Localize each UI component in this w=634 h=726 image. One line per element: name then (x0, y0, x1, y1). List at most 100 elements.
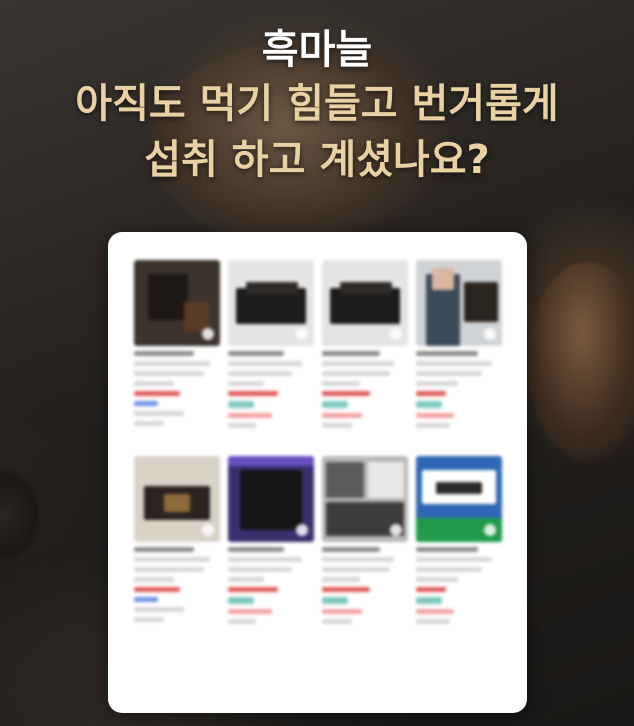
product-photo-shape (164, 494, 190, 512)
blurred-text-line (322, 547, 380, 552)
blurred-text-line (134, 371, 204, 376)
blurred-text-line (228, 557, 302, 562)
compare-icon[interactable] (296, 328, 308, 340)
blurred-text-line (134, 557, 210, 562)
black-garlic-image (528, 262, 634, 462)
brand-title: 흑마늘 (261, 27, 373, 73)
black-garlic-image (0, 470, 40, 560)
product-photo-shape (464, 282, 498, 322)
blurred-text-line (416, 609, 454, 614)
blurred-text-line (322, 567, 390, 572)
blurred-text-line (228, 619, 256, 624)
blurred-text-line (228, 413, 272, 418)
product-thumbnail[interactable] (322, 260, 408, 346)
blurred-text-line (322, 557, 394, 562)
product-thumbnail[interactable] (134, 456, 220, 542)
compare-icon[interactable] (484, 328, 496, 340)
blurred-text-line (134, 617, 164, 622)
blurred-text-line (134, 391, 180, 396)
blurred-text-line (322, 597, 348, 604)
blurred-text-line (228, 371, 292, 376)
blurred-text-line (416, 351, 478, 356)
compare-icon[interactable] (202, 524, 214, 536)
product-listing-item[interactable] (228, 260, 314, 428)
compare-icon[interactable] (296, 524, 308, 536)
product-photo-shape (246, 282, 298, 294)
product-photo-shape (228, 456, 314, 466)
blurred-text-line (134, 421, 164, 426)
blurred-text-line (228, 587, 278, 592)
product-photo-shape (326, 462, 364, 498)
product-photo-shape (436, 482, 482, 494)
product-photo-shape (368, 462, 404, 498)
blurred-text-line (322, 371, 390, 376)
product-listing-item[interactable] (416, 456, 502, 624)
blurred-text-line (228, 401, 254, 408)
blurred-text-line (134, 381, 174, 386)
blurred-text-line (416, 401, 442, 408)
blurred-text-line (134, 607, 184, 612)
blurred-text-line (322, 413, 362, 418)
blurred-text-line (228, 609, 272, 614)
blurred-text-line (416, 413, 454, 418)
blurred-text-line (322, 381, 360, 386)
product-photo-shape (148, 274, 188, 320)
product-search-results-card (108, 232, 527, 713)
promo-banner: 흑마늘 아직도 먹기 힘들고 번거롭게 섭취 하고 계셨나요? (0, 0, 634, 726)
product-photo-shape (240, 470, 302, 530)
blurred-text-line (416, 381, 458, 386)
product-thumbnail[interactable] (416, 260, 502, 346)
blurred-text-line (134, 587, 180, 592)
blurred-text-line (416, 547, 478, 552)
product-grid (134, 260, 504, 624)
blurred-text-line (134, 401, 158, 406)
headline-line-2: 섭취 하고 계셨나요? (144, 137, 490, 183)
compare-icon[interactable] (202, 328, 214, 340)
product-listing-item[interactable] (134, 456, 220, 624)
blurred-text-line (416, 619, 450, 624)
blurred-text-line (416, 597, 442, 604)
blurred-text-line (322, 361, 394, 366)
blurred-text-line (416, 391, 446, 396)
compare-icon[interactable] (484, 524, 496, 536)
blurred-text-line (416, 567, 482, 572)
blurred-text-line (134, 361, 210, 366)
product-listing-item[interactable] (322, 260, 408, 428)
headline-line-1: 아직도 먹기 힘들고 번거롭게 (75, 81, 559, 127)
blurred-text-line (416, 371, 482, 376)
blurred-text-line (416, 361, 492, 366)
product-photo-shape (340, 282, 392, 294)
blurred-text-line (322, 577, 360, 582)
product-thumbnail[interactable] (228, 456, 314, 542)
product-thumbnail[interactable] (134, 260, 220, 346)
blurred-text-line (228, 597, 254, 604)
headline: 흑마늘 아직도 먹기 힘들고 번거롭게 섭취 하고 계셨나요? (0, 24, 634, 188)
blurred-text-line (228, 547, 284, 552)
blurred-text-line (228, 577, 264, 582)
blurred-text-line (416, 587, 446, 592)
product-thumbnail[interactable] (416, 456, 502, 542)
blurred-text-line (416, 577, 458, 582)
blurred-text-line (134, 567, 204, 572)
product-photo-shape (432, 268, 454, 290)
blurred-text-line (322, 587, 370, 592)
product-listing-item[interactable] (322, 456, 408, 624)
blurred-text-line (322, 423, 352, 428)
product-listing-item[interactable] (134, 260, 220, 428)
compare-icon[interactable] (390, 328, 402, 340)
blurred-text-line (228, 361, 302, 366)
blurred-text-line (134, 597, 158, 602)
blurred-text-line (228, 381, 264, 386)
blurred-text-line (228, 351, 284, 356)
blurred-text-line (416, 423, 450, 428)
product-thumbnail[interactable] (322, 456, 408, 542)
compare-icon[interactable] (390, 524, 402, 536)
product-listing-item[interactable] (416, 260, 502, 428)
blurred-text-line (228, 423, 256, 428)
blurred-text-line (322, 619, 352, 624)
product-thumbnail[interactable] (228, 260, 314, 346)
blurred-text-line (322, 401, 348, 408)
product-listing-item[interactable] (228, 456, 314, 624)
blurred-text-line (134, 351, 194, 356)
blurred-text-line (134, 547, 194, 552)
